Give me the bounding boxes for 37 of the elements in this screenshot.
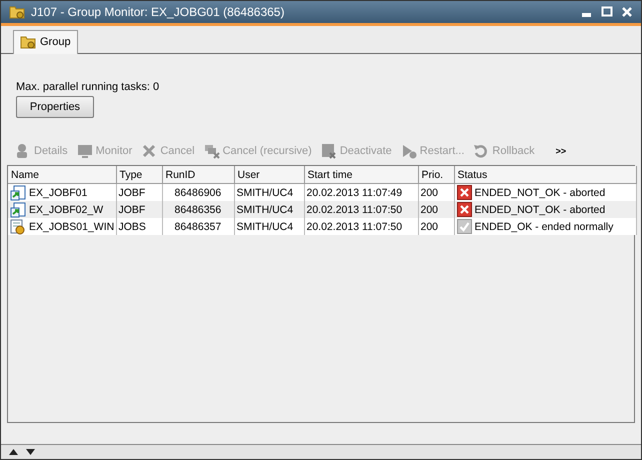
- table-cell: JOBF: [118, 204, 146, 216]
- table-cell: ENDED_NOT_OK - aborted: [474, 186, 606, 198]
- table-cell: ENDED_OK - ended normally: [474, 220, 614, 232]
- table-cell: 20.02.2013 11:07:49: [306, 186, 402, 198]
- table-cell: 20.02.2013 11:07:50: [306, 220, 402, 232]
- column-header[interactable]: Start time: [304, 166, 418, 184]
- table-cell: JOBS: [118, 220, 146, 232]
- table-cell: 200: [420, 204, 438, 216]
- more-button[interactable]: >>: [554, 146, 568, 156]
- table-cell: SMITH/UC4: [236, 186, 294, 198]
- table-cell-text: 86486356: [174, 204, 222, 216]
- column-header[interactable]: Type: [116, 166, 162, 184]
- table-cell: SMITH/UC4: [236, 220, 294, 232]
- scroll-down-icon[interactable]: [26, 449, 35, 455]
- table-cell: 200: [420, 220, 438, 232]
- column-header[interactable]: Prio.: [418, 166, 454, 184]
- table-cell: EX_JOBF02_W: [29, 204, 104, 216]
- scroll-up-icon[interactable]: [9, 449, 18, 455]
- column-header[interactable]: Status: [454, 166, 636, 184]
- table-cell: ENDED_NOT_OK - aborted: [474, 204, 606, 216]
- maximize-icon[interactable]: [601, 6, 613, 18]
- table-cell: JOBF: [118, 186, 146, 198]
- tab[interactable]: Group: [13, 30, 78, 54]
- properties-button[interactable]: Properties: [16, 96, 94, 118]
- table-cell-text: 86486906: [174, 186, 222, 198]
- table-cell: EX_JOBS01_WIN: [29, 220, 114, 232]
- close-icon[interactable]: [621, 6, 633, 18]
- table-cell: SMITH/UC4: [236, 204, 294, 216]
- table-cell: EX_JOBF01: [29, 186, 88, 198]
- window-title: J107 - Group Monitor: EX_JOBG01 (86486365): [31, 5, 286, 19]
- table-cell-text: 86486357: [174, 220, 222, 232]
- table-cell: 200: [420, 186, 438, 198]
- column-header[interactable]: User: [234, 166, 304, 184]
- table-cell: 20.02.2013 11:07:50: [306, 204, 402, 216]
- column-header[interactable]: Name: [8, 166, 116, 184]
- column-header[interactable]: RunID: [162, 166, 234, 184]
- max-tasks-label: Max. parallel running tasks: 0: [16, 81, 160, 93]
